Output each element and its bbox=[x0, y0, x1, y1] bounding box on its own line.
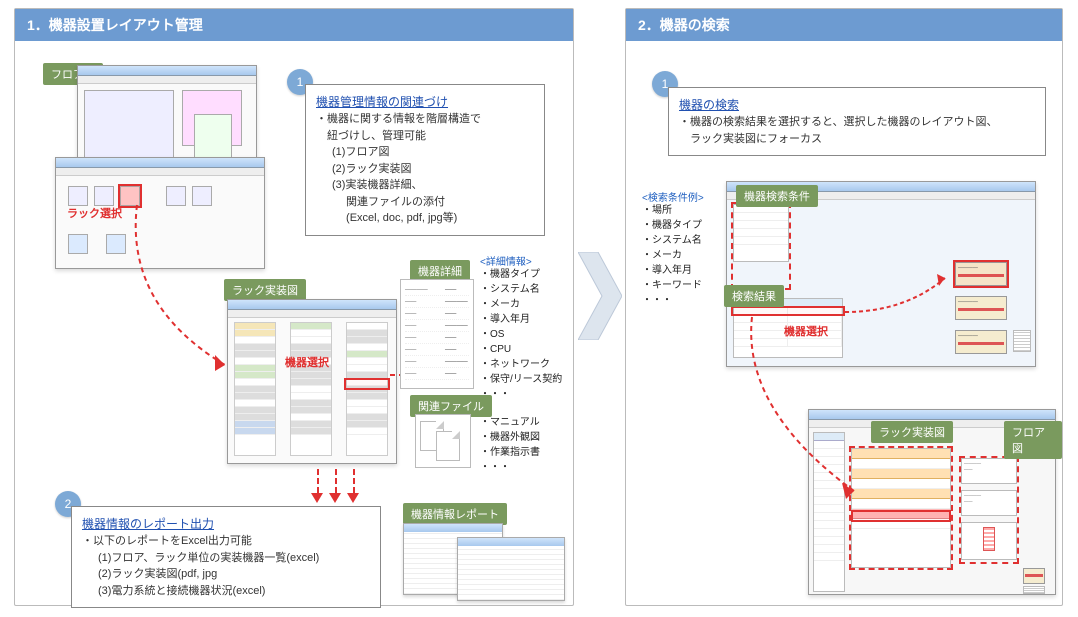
tag-search-result: 検索結果 bbox=[724, 285, 784, 307]
layout-tile: ──── bbox=[955, 296, 1007, 320]
infobox-search: 機器の検索 ・機器の検索結果を選択すると、選択した機器のレイアウト図、 ラック実… bbox=[668, 87, 1046, 156]
floor-window-back bbox=[77, 65, 257, 165]
device-select-hl bbox=[344, 378, 390, 390]
detail-header: <詳細情報> bbox=[480, 253, 532, 268]
related-files-box bbox=[415, 414, 471, 468]
chevron-icon bbox=[578, 252, 622, 340]
search-window: ──── ──── ──── bbox=[726, 181, 1036, 367]
related-list: ・マニュアル ・機器外観図 ・作業指示書 ・・・ bbox=[480, 415, 540, 475]
panel1-title: 1．機器設置レイアウト管理 bbox=[15, 9, 573, 41]
detail-list: ・機器タイプ ・システム名 ・メーカ ・導入年月 ・OS ・CPU ・ネットワー… bbox=[480, 267, 562, 402]
panel2-title: 2．機器の検索 bbox=[626, 9, 1062, 41]
infobox-report: 機器情報のレポート出力 ・以下のレポートをExcel出力可能 (1)フロア、ラッ… bbox=[71, 506, 381, 608]
infobox1-title: 機器管理情報の関連づけ bbox=[316, 93, 534, 111]
label-device-select-r: 機器選択 bbox=[784, 323, 828, 339]
tag-floor-r: フロア図 bbox=[1004, 421, 1062, 459]
tag-report: 機器情報レポート bbox=[403, 503, 507, 525]
cond-list: ・場所 ・機器タイプ ・システム名 ・メーカ ・導入年月 ・キーワード ・・・ bbox=[642, 203, 702, 308]
panel-search: 2．機器の検索 1 機器の検索 ・機器の検索結果を選択すると、選択した機器のレイ… bbox=[625, 8, 1063, 606]
cond-header: <検索条件例> bbox=[642, 189, 704, 204]
infobox-linking: 機器管理情報の関連づけ ・機器に関する情報を階層構造で 紐づけし、管理可能 (1… bbox=[305, 84, 545, 236]
label-rack-select: ラック選択 bbox=[67, 205, 122, 221]
rack-window bbox=[227, 299, 397, 464]
tag-search-cond: 機器検索条件 bbox=[736, 185, 818, 207]
rack-pane-hl bbox=[849, 446, 953, 570]
label-device-select: 機器選択 bbox=[285, 354, 329, 370]
device-detail-panel: ────── ────── ──── ────── ──── ──── ────… bbox=[400, 279, 474, 389]
search-cond-hl bbox=[731, 202, 791, 290]
infobox2-title: 機器情報のレポート出力 bbox=[82, 515, 370, 533]
down-arrow bbox=[335, 469, 337, 493]
right-col-hl bbox=[959, 456, 1019, 564]
floor-thumbnail-sm bbox=[1023, 586, 1045, 594]
down-arrow bbox=[317, 469, 319, 493]
doc-icon bbox=[436, 431, 460, 461]
panel-layout-management: 1．機器設置レイアウト管理 1 機器管理情報の関連づけ ・機器に関する情報を階層… bbox=[14, 8, 574, 606]
floor-thumbnail bbox=[1013, 330, 1031, 352]
infobox-search-title: 機器の検索 bbox=[679, 96, 1035, 114]
layout-tile-sm bbox=[1023, 568, 1045, 584]
rack-row-hl bbox=[851, 510, 951, 522]
report-window-front bbox=[457, 537, 565, 601]
tag-rack-diagram-r: ラック実装図 bbox=[871, 421, 953, 443]
detail-left-list bbox=[813, 432, 845, 592]
tag-rack-diagram: ラック実装図 bbox=[224, 279, 306, 301]
layout-tile-hl bbox=[953, 260, 1009, 288]
search-result-row-hl bbox=[731, 306, 845, 316]
down-arrow bbox=[353, 469, 355, 493]
layout-tile: ──── bbox=[955, 330, 1007, 354]
